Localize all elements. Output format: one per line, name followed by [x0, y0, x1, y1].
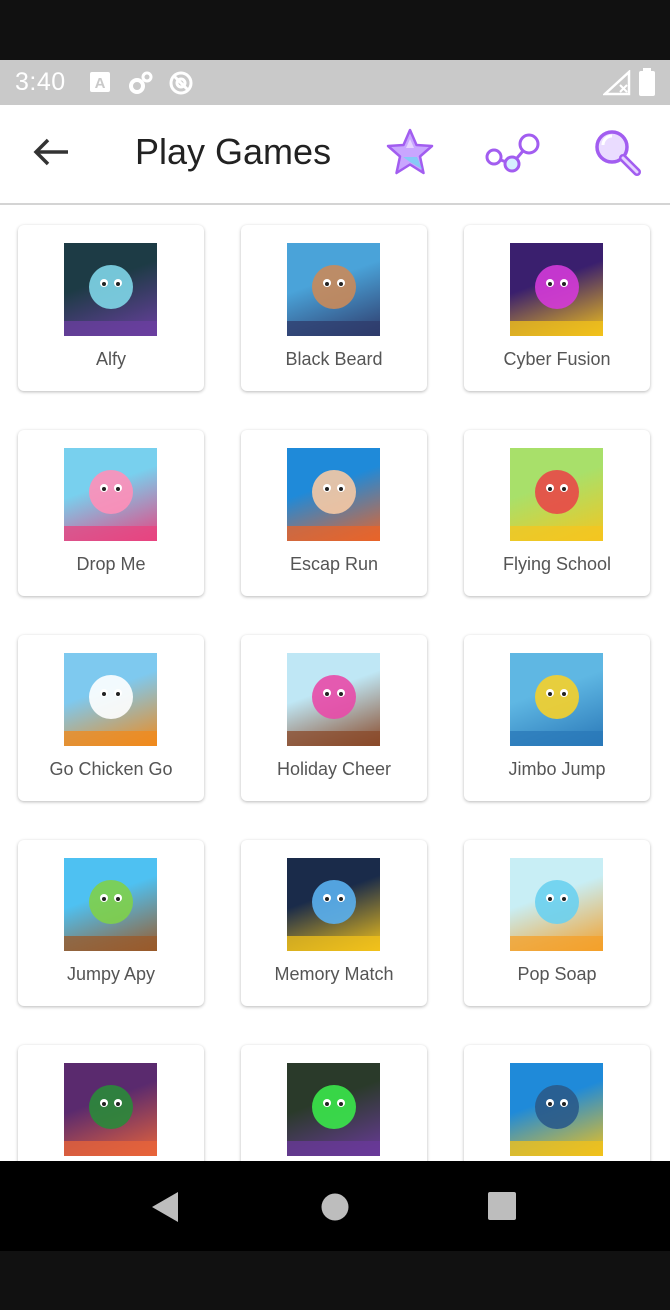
- game-card[interactable]: Go Chicken Go: [18, 635, 204, 801]
- game-card[interactable]: Black Beard: [241, 225, 427, 391]
- game-thumbnail[interactable]: [64, 858, 157, 951]
- battery-icon: [639, 68, 655, 96]
- app-bar: Play Games: [0, 105, 670, 205]
- game-thumbnail[interactable]: [287, 653, 380, 746]
- game-label: Cyber Fusion: [503, 349, 611, 369]
- game-thumbnail[interactable]: [287, 448, 380, 541]
- game-label: Pop Soap: [517, 964, 597, 984]
- game-card[interactable]: Jumpy Apy: [18, 840, 204, 1006]
- game-label: Jumpy Apy: [66, 964, 156, 984]
- home-circle-icon[interactable]: [320, 1192, 350, 1222]
- game-thumbnail[interactable]: [64, 1063, 157, 1156]
- game-card[interactable]: Holiday Cheer: [241, 635, 427, 801]
- back-arrow-icon[interactable]: [32, 137, 72, 167]
- status-time: 3:40: [15, 68, 66, 96]
- game-card[interactable]: Pop Soap: [464, 840, 650, 1006]
- game-thumbnail[interactable]: [64, 653, 157, 746]
- star-icon[interactable]: [382, 127, 438, 179]
- game-card[interactable]: [241, 1045, 427, 1161]
- game-thumbnail[interactable]: [64, 448, 157, 541]
- games-grid: Alfy Black Beard Cyber Fusion Drop Me Escap …: [0, 205, 670, 1161]
- system-nav-bar: [0, 1161, 670, 1251]
- game-thumbnail[interactable]: [64, 243, 157, 336]
- svg-text:A: A: [95, 75, 106, 92]
- game-thumbnail[interactable]: [510, 653, 603, 746]
- bottom-bezel: [0, 1251, 670, 1310]
- game-label: Black Beard: [285, 349, 383, 369]
- game-card[interactable]: Memory Match: [241, 840, 427, 1006]
- game-card[interactable]: Cyber Fusion: [464, 225, 650, 391]
- recents-square-icon[interactable]: [487, 1191, 517, 1221]
- game-card[interactable]: [18, 1045, 204, 1161]
- search-icon[interactable]: [592, 127, 644, 179]
- top-bezel: [0, 0, 670, 60]
- game-card[interactable]: Jimbo Jump: [464, 635, 650, 801]
- a-icon: A: [90, 72, 110, 92]
- game-card[interactable]: Escap Run: [241, 430, 427, 596]
- game-card[interactable]: Alfy: [18, 225, 204, 391]
- game-thumbnail[interactable]: [287, 243, 380, 336]
- game-thumbnail[interactable]: [287, 1063, 380, 1156]
- game-label: Escap Run: [289, 554, 379, 574]
- game-label: Jimbo Jump: [508, 759, 606, 779]
- signal-icon: [603, 70, 631, 96]
- game-label: Holiday Cheer: [276, 759, 392, 779]
- back-triangle-icon[interactable]: [150, 1190, 180, 1224]
- game-label: Drop Me: [76, 554, 146, 574]
- game-thumbnail[interactable]: [510, 448, 603, 541]
- game-thumbnail[interactable]: [510, 858, 603, 951]
- game-thumbnail[interactable]: [510, 1063, 603, 1156]
- status-bar: 3:40 A: [0, 60, 670, 105]
- share-icon[interactable]: [484, 131, 542, 175]
- game-card[interactable]: Flying School: [464, 430, 650, 596]
- game-label: Memory Match: [274, 964, 394, 984]
- sync-icon: [169, 71, 193, 95]
- game-thumbnail[interactable]: [287, 858, 380, 951]
- game-card[interactable]: Drop Me: [18, 430, 204, 596]
- game-card[interactable]: Shark Dash: [464, 1045, 650, 1161]
- game-thumbnail[interactable]: [510, 243, 603, 336]
- game-label: Flying School: [502, 554, 612, 574]
- game-label: Go Chicken Go: [49, 759, 173, 779]
- game-label: Alfy: [95, 349, 126, 369]
- page-title: Play Games: [135, 131, 332, 172]
- settings-icon: [129, 71, 153, 94]
